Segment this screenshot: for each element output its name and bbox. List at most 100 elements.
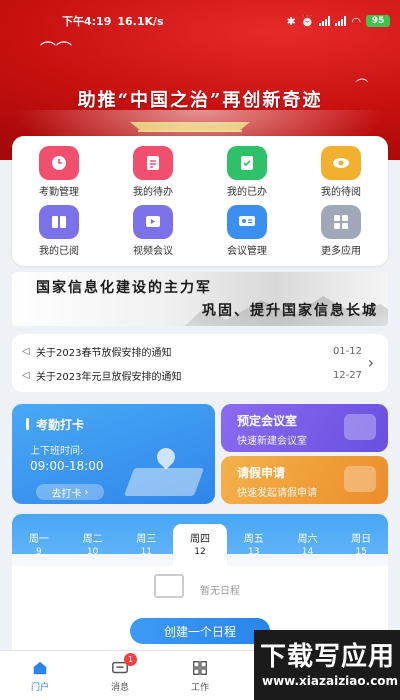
notice-item[interactable]: ◁ 关于2023年元旦放假安排的通知 12-27 — [22, 364, 362, 386]
status-time: 下午4:19 — [62, 15, 112, 28]
bird-icon: ⌒⌒ — [40, 40, 73, 59]
day-number: 14 — [301, 547, 314, 557]
app-clock[interactable]: 考勤管理 — [12, 142, 106, 201]
meeting-sub: 快速新建会议室 — [237, 436, 307, 447]
day-name: 周五 — [243, 534, 264, 545]
edit-doc-icon — [133, 145, 173, 180]
eye-icon — [321, 145, 361, 180]
map-pin-illustration — [123, 444, 205, 496]
day-name: 周四 — [190, 534, 211, 545]
app-grid: 考勤管理 我的待办 我的已办 我的待阅我的已阅 视频会议 会议管理 更多应用 — [12, 136, 388, 266]
day-tab[interactable]: 周一 9 — [12, 524, 66, 566]
chevron-right-icon[interactable]: › — [368, 353, 374, 372]
attendance-title: 考勤打卡 — [36, 418, 85, 432]
clock-in-button[interactable]: 去打卡 › — [36, 484, 104, 500]
day-number: 11 — [140, 547, 153, 557]
day-tab[interactable]: 周二 10 — [66, 524, 120, 566]
header-slogan: 助推“中国之治”再创新奇迹 — [77, 90, 323, 111]
video-icon — [133, 204, 173, 239]
day-name: 周一 — [28, 534, 49, 545]
app-grid[interactable]: 更多应用 — [294, 201, 388, 260]
watermark-cn: 下载写应用 — [260, 642, 396, 672]
meeting-title: 预定会议室 — [237, 414, 298, 428]
create-schedule-button[interactable]: 创建一个日程 — [130, 618, 270, 644]
wallet-illustration — [344, 466, 376, 492]
leave-sub: 快速发起请假申请 — [237, 488, 317, 499]
day-tab[interactable]: 周六 14 — [281, 524, 335, 566]
watermark-en: www.xiazaiziao.com — [262, 674, 399, 688]
day-tab[interactable]: 周日 15 — [334, 524, 388, 566]
empty-calendar-icon — [154, 574, 184, 598]
book-icon — [39, 204, 79, 239]
promo-line-2: 巩固、提升国家信息长城 — [202, 303, 378, 319]
status-bar: 下午4:19 16.1K/s ✱ ⏰ ◠ 95 — [0, 10, 400, 32]
signal-icon — [319, 16, 331, 26]
tab-label: 门户 — [30, 682, 49, 693]
app-label: 更多应用 — [321, 245, 361, 257]
app-book[interactable]: 我的已阅 — [12, 201, 106, 260]
attendance-card[interactable]: 考勤打卡 上下班时间: 09:00-18:00 去打卡 › — [12, 404, 215, 504]
app-label: 我的待办 — [133, 186, 173, 198]
alarm-icon: ⏰ — [300, 14, 315, 28]
day-number: 10 — [86, 547, 99, 557]
chevron-right-icon: › — [84, 486, 89, 498]
promo-line-1: 国家信息化建设的主力军 — [36, 280, 212, 296]
day-name: 周六 — [297, 534, 318, 545]
day-number: 15 — [355, 547, 367, 557]
apps-icon — [193, 660, 207, 675]
signal-icon — [335, 16, 347, 26]
tab-message[interactable]: 消息 1 — [80, 651, 160, 700]
app-presentation[interactable]: 会议管理 — [200, 201, 294, 260]
folder-illustration — [344, 414, 376, 440]
day-number: 13 — [248, 547, 260, 557]
notice-title: 关于2023春节放假安排的通知 — [36, 347, 172, 359]
day-number: 9 — [35, 547, 42, 557]
check-doc-icon — [227, 145, 267, 180]
app-eye[interactable]: 我的待阅 — [294, 142, 388, 201]
tab-label: 消息 — [110, 682, 129, 693]
presentation-icon — [227, 204, 267, 239]
empty-schedule-text: 暂无日程 — [200, 586, 240, 597]
status-speed: 16.1K/s — [117, 14, 164, 28]
app-label: 会议管理 — [227, 245, 267, 257]
app-label: 我的已阅 — [39, 245, 79, 257]
clock-icon — [39, 145, 79, 180]
day-tab[interactable]: 周四 12 — [173, 524, 227, 566]
day-number: 12 — [194, 547, 206, 557]
notice-date: 01-12 — [332, 345, 362, 357]
speaker-icon: ◁ — [22, 345, 30, 357]
promo-banner[interactable]: 国家信息化建设的主力军 巩固、提升国家信息长城 — [12, 272, 388, 326]
unread-badge: 1 — [124, 653, 137, 666]
app-label: 我的待阅 — [321, 186, 361, 198]
day-tab[interactable]: 周五 13 — [227, 524, 281, 566]
notice-title: 关于2023年元旦放假安排的通知 — [36, 371, 182, 383]
app-label: 考勤管理 — [39, 186, 79, 198]
leave-request-card[interactable]: 请假申请 快速发起请假申请 — [221, 456, 388, 504]
day-name: 周日 — [351, 534, 372, 545]
bluetooth-icon: ✱ — [286, 14, 296, 28]
home-icon — [33, 661, 47, 674]
watermark-logo: 下载写应用 www.xiazaiziao.com — [254, 630, 400, 700]
tab-apps[interactable]: 工作 — [160, 651, 240, 700]
app-edit-doc[interactable]: 我的待办 — [106, 142, 200, 201]
app-label: 视频会议 — [133, 245, 173, 257]
book-meeting-room-card[interactable]: 预定会议室 快速新建会议室 — [221, 404, 388, 452]
tab-label: 工作 — [190, 682, 209, 693]
day-tab[interactable]: 周三 11 — [119, 524, 173, 566]
grid-icon — [321, 204, 361, 239]
attendance-time: 09:00-18:00 — [30, 459, 104, 473]
app-video[interactable]: 视频会议 — [106, 201, 200, 260]
battery-icon: 95 — [366, 15, 390, 27]
day-name: 周二 — [82, 534, 103, 545]
notice-item[interactable]: ◁ 关于2023春节放假安排的通知 01-12 — [22, 340, 362, 362]
leave-title: 请假申请 — [237, 466, 286, 480]
wifi-icon: ◠ — [351, 14, 361, 28]
notice-date: 12-27 — [332, 369, 362, 381]
app-label: 我的已办 — [227, 186, 267, 198]
week-strip: 周一 9 周二 10 周三 11 周四 12 周五 13 周六 14 周日 15 — [12, 524, 388, 566]
app-check-doc[interactable]: 我的已办 — [200, 142, 294, 201]
notice-list: ◁ 关于2023春节放假安排的通知 01-12 ◁ 关于2023年元旦放假安排的… — [12, 334, 388, 392]
attendance-label: 上下班时间: — [30, 446, 84, 457]
tab-home[interactable]: 门户 — [0, 651, 80, 700]
day-name: 周三 — [136, 534, 157, 545]
